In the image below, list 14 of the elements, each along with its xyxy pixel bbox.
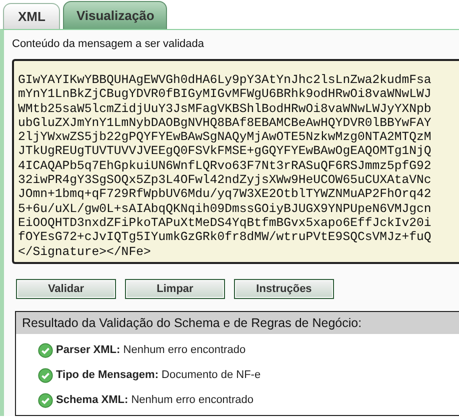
action-button[interactable]: Validar [16, 278, 116, 299]
result-title: Resultado da Validação do Schema e de Regras de Negócio: [16, 312, 459, 334]
action-button[interactable]: Instruções [234, 278, 334, 299]
field-label: Conteúdo da mensagem a ser validada [12, 38, 206, 50]
tab[interactable]: Visualização [63, 1, 168, 29]
message-text-area[interactable]: GIwYAYIKwYBBQUHAgEWVGh0dHA6Ly9pY3AtYnJhc2lsLnZwa2kudmFsa mYnY1LnBkZjCBugYDVR0fBIGyMIGvMFWgU6BRhk9odHRwOi8vaWNwLWJ WMtb25saW5lcmZidjUuY3JsMFagVKBShlBodHRwOi8vaWNwLWJyYXNpb ubGluZXJmYnY1LmNybDAOBgNVHQ8BAf8EBAMCBeAwHQYDVR0lBBYwFAY 2ljYWxwZS5jb22gPQYFYEwBAwSgNAQyMjAwOTE5NzkwMzg0NTA2MTQzM JTkUgREUgTUVTUVVJVEEgQ0FSVkFMSE+gGQYFYEwBAwOgEAQOMTg1NjQ 4ICAQAPb5q7EhGpkuiUN6WnfLQRvo63F7Nt3rRASuQF6RSJmmz5pfG92 32iwPR4gY3SgSOQx5Zp3L4OFwl42ndZyjsXWw9HeUCOW65uCUXAtaVNc JOmn+1bmq+qF729RfWpbUV6Mdu/yq7W3XE2OtblTYWZNMuAP2FhOrq42 5+6u/uXL/gw0L+sAIAbqQKNqih09DmssGOiyBJUGX9YNPUpeN6VMJgcn EiOOQHTD3nxdZFiPkoTAPuXtMeDS4YqBtfmBGvx5xapo6EffJckIv20i fOYEsG72+cJvIQTg5IYumkGzGRk0fr8dMW/wtruPVtE9SQCsVMJz+fuQ </Signature></NFe> [12, 59, 459, 264]
result-text: Parser XML: Nenhum erro encontrado [56, 344, 246, 356]
check-icon [38, 392, 53, 408]
tab[interactable]: XML [3, 3, 60, 29]
check-icon [38, 342, 53, 358]
action-button[interactable]: Limpar [125, 278, 225, 299]
check-icon [38, 368, 53, 383]
result-text: Schema XML: Nenhum erro encontrado [56, 394, 254, 406]
result-text: Tipo de Mensagem: Documento de NF-e [56, 369, 261, 382]
